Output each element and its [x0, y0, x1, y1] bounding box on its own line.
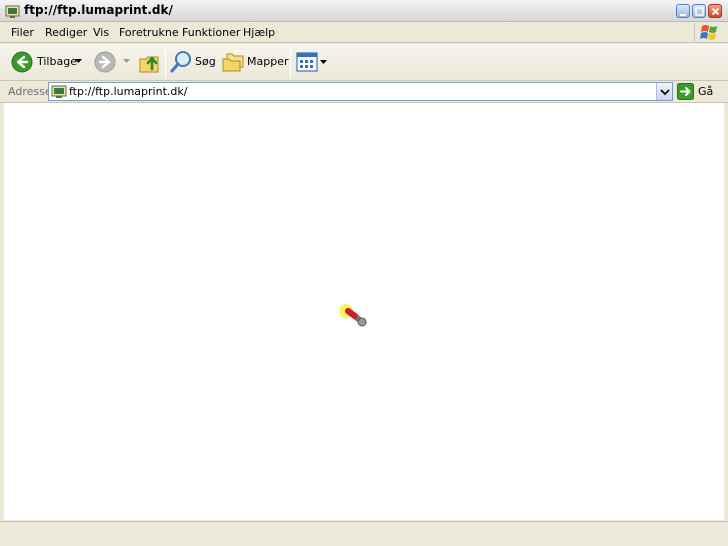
windows-flag-icon — [700, 25, 717, 40]
title-bar[interactable]: ftp://ftp.lumaprint.dk/ — [0, 0, 728, 22]
forward-dropdown-icon[interactable] — [123, 59, 130, 64]
chevron-down-icon — [660, 89, 670, 96]
minimize-button[interactable] — [676, 4, 690, 18]
views-dropdown-icon — [320, 60, 327, 64]
menu-foretrukne[interactable]: Foretrukne — [119, 26, 179, 39]
explorer-window: ftp://ftp.lumaprint.dk/ Filer Rediger Vi… — [0, 0, 728, 546]
ftp-folder-icon — [51, 85, 67, 98]
address-value: ftp://ftp.lumaprint.dk/ — [69, 85, 188, 98]
content-area[interactable] — [4, 103, 724, 520]
standard-toolbar: Tilbage Søg Mapper — [0, 44, 728, 81]
toolbar-separator — [290, 47, 291, 78]
busy-cursor-icon — [339, 304, 367, 327]
maximize-button[interactable] — [692, 4, 706, 18]
folders-label: Mapper — [247, 55, 289, 68]
toolbar-separator — [165, 47, 166, 78]
go-arrow-icon[interactable] — [677, 83, 694, 100]
address-label: Adresse — [8, 85, 52, 98]
window-frame-right — [724, 103, 728, 521]
menu-vis[interactable]: Vis — [93, 26, 109, 39]
close-icon — [711, 7, 720, 16]
go-button-label[interactable]: Gå — [698, 85, 713, 98]
search-label: Søg — [195, 55, 216, 68]
magnifier-icon — [170, 51, 191, 73]
views-icon — [296, 52, 318, 72]
window-title: ftp://ftp.lumaprint.dk/ — [24, 3, 173, 17]
address-bar: Adresse ftp://ftp.lumaprint.dk/ Gå — [0, 81, 728, 103]
maximize-icon — [695, 7, 704, 16]
address-dropdown-button[interactable] — [656, 83, 672, 100]
windows-logo — [694, 23, 724, 42]
folders-icon — [222, 53, 244, 72]
close-button[interactable] — [708, 4, 722, 18]
status-bar — [0, 521, 728, 546]
back-arrow-icon — [11, 51, 33, 73]
search-button[interactable]: Søg — [169, 49, 217, 75]
menu-funktioner[interactable]: Funktioner — [182, 26, 240, 39]
back-label: Tilbage — [37, 55, 77, 68]
menu-filer[interactable]: Filer — [11, 26, 34, 39]
menu-hjaelp[interactable]: Hjælp — [243, 26, 275, 39]
views-button[interactable] — [296, 52, 328, 72]
ftp-folder-icon — [5, 5, 20, 18]
folders-button[interactable]: Mapper — [221, 49, 289, 75]
up-folder-icon[interactable] — [138, 50, 160, 74]
minimize-icon — [680, 14, 686, 16]
back-dropdown-icon[interactable] — [75, 59, 82, 64]
menu-rediger[interactable]: Rediger — [45, 26, 87, 39]
menu-bar: Filer Rediger Vis Foretrukne Funktioner … — [0, 22, 728, 43]
address-input[interactable]: ftp://ftp.lumaprint.dk/ — [48, 82, 673, 101]
forward-arrow-icon[interactable] — [94, 51, 116, 73]
